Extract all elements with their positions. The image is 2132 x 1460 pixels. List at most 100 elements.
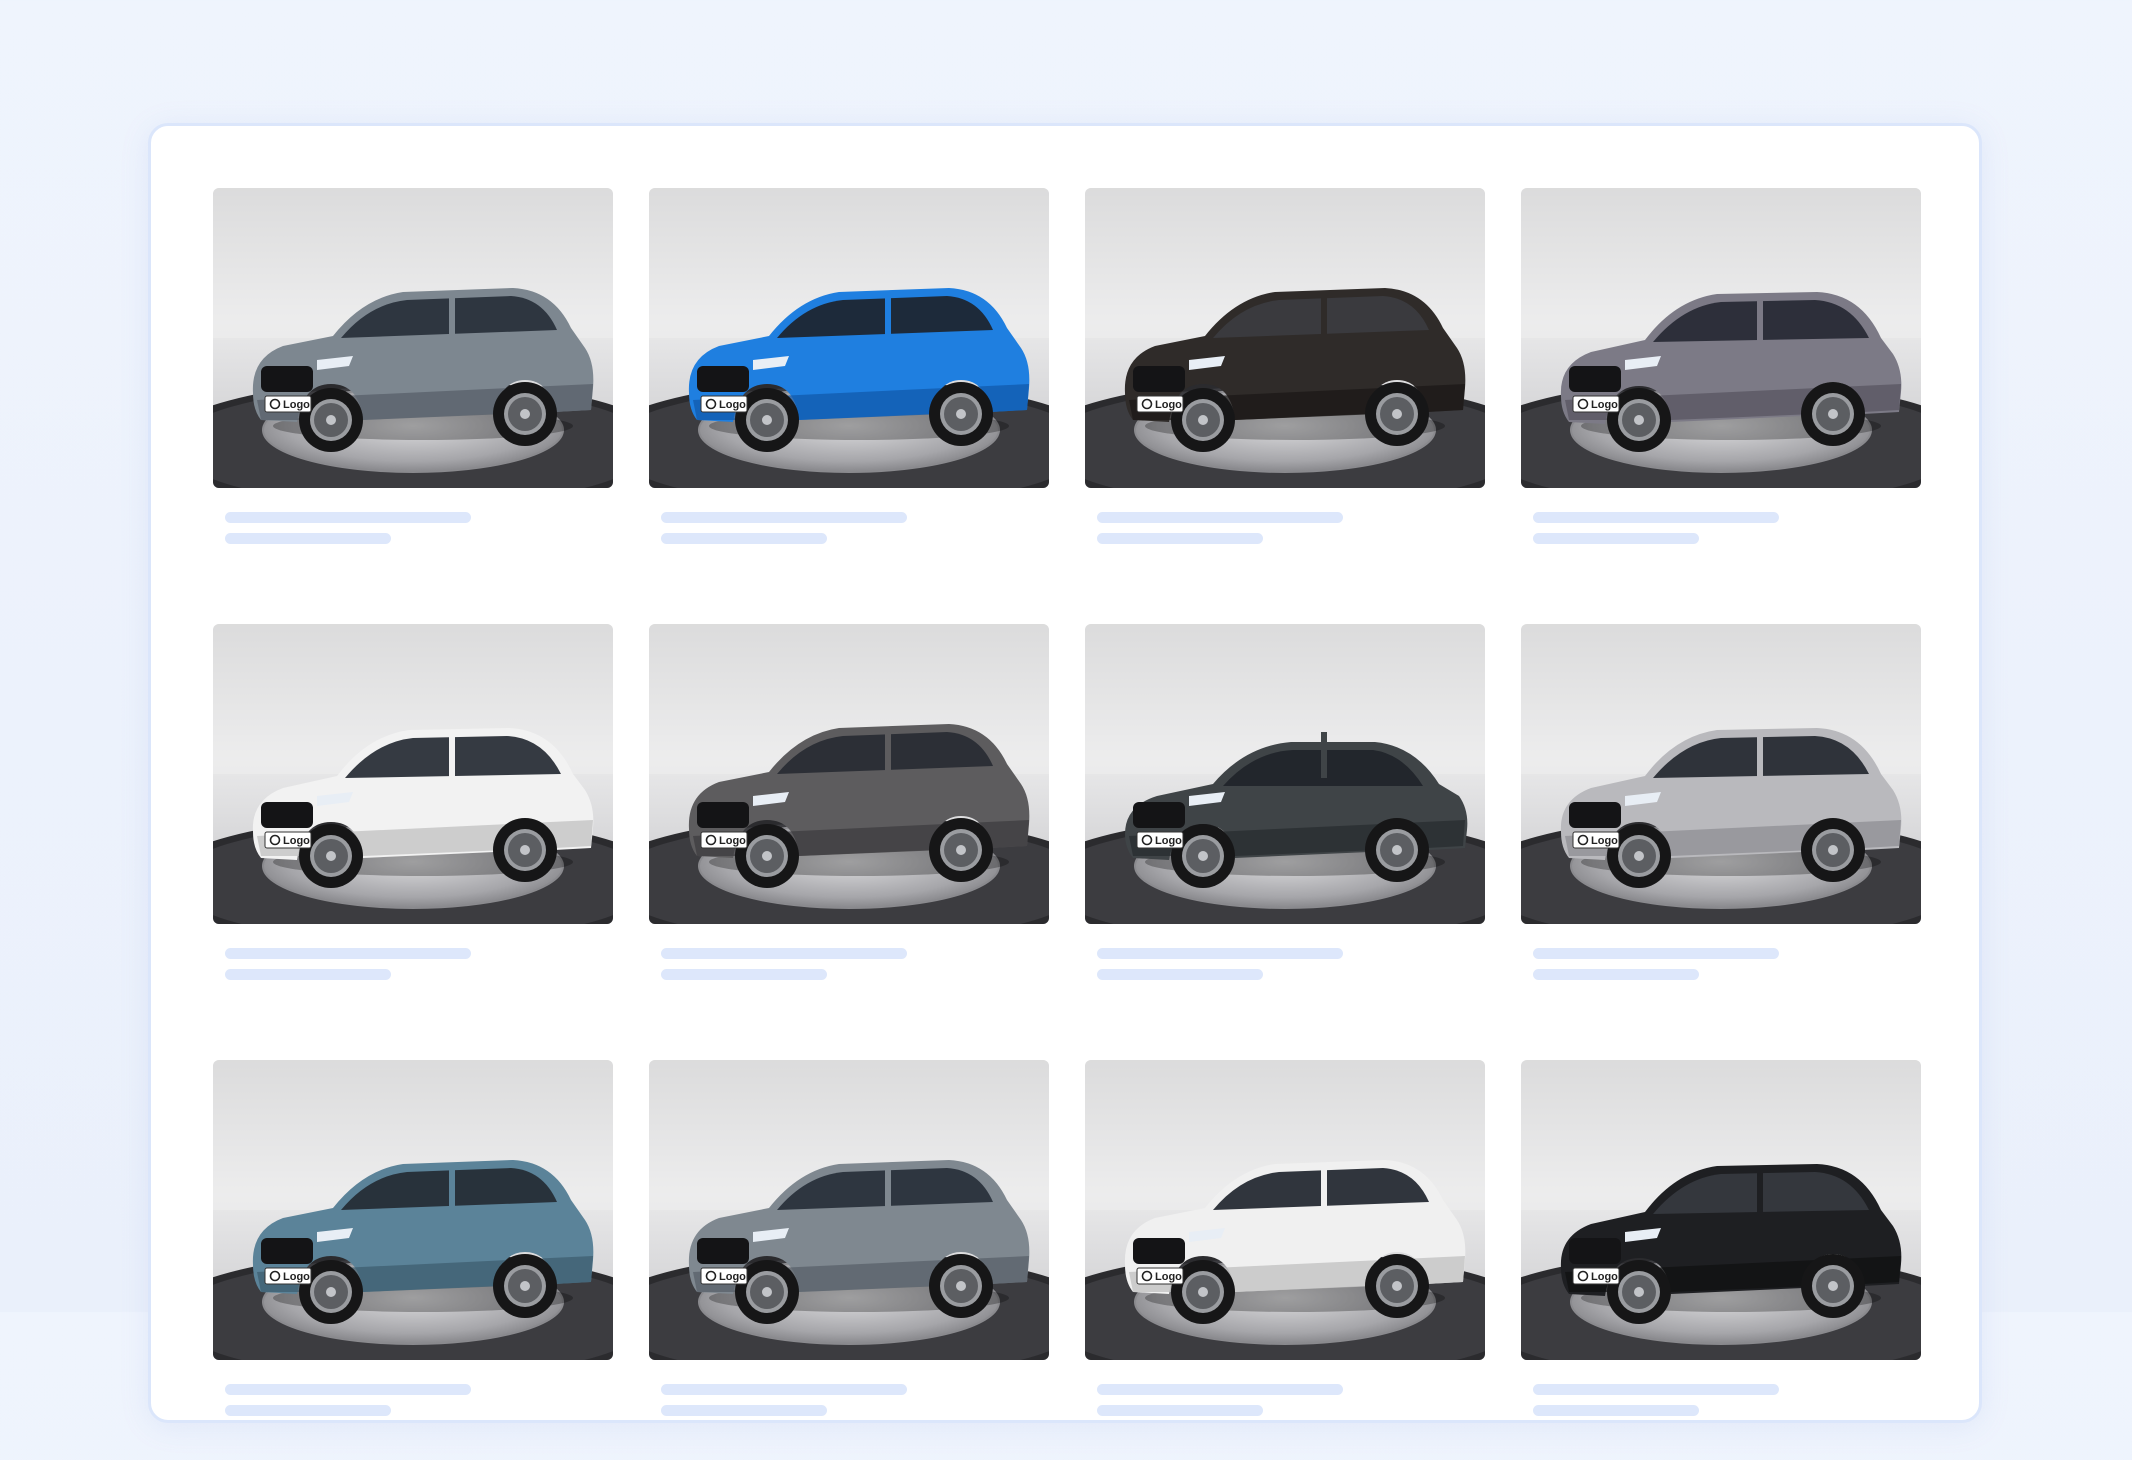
dealer-logo-plate: Logo (1136, 395, 1184, 413)
vehicle-card[interactable]: Logo (649, 1060, 1049, 1460)
grille (261, 802, 313, 828)
rear-wheel (929, 818, 993, 882)
car-photo-tourer: Logo (1521, 1060, 1921, 1360)
title-placeholder (661, 512, 907, 523)
subtitle-placeholder (225, 969, 391, 980)
grille (1133, 366, 1185, 392)
vehicle-photo[interactable]: Logo (1521, 1060, 1921, 1360)
vehicle-photo[interactable]: Logo (1085, 624, 1485, 924)
vehicle-card[interactable]: Logo (213, 188, 613, 588)
plate-logo-text: Logo (719, 835, 746, 847)
subtitle-placeholder (1533, 969, 1699, 980)
title-placeholder (1097, 1384, 1343, 1395)
subtitle-placeholder (661, 1405, 827, 1416)
dealer-logo-plate: Logo (264, 395, 312, 413)
vehicle-card[interactable]: Logo (649, 624, 1049, 1024)
subtitle-placeholder (225, 533, 391, 544)
plate-logo-text: Logo (1155, 835, 1182, 847)
plate-logo-text: Logo (1591, 1271, 1618, 1283)
rear-wheel (929, 382, 993, 446)
rear-wheel (1365, 1254, 1429, 1318)
grille (1569, 366, 1621, 392)
car-photo-compact-suv: Logo (649, 188, 1049, 488)
car-photo-crossover-blue: Logo (213, 1060, 613, 1360)
vehicle-photo[interactable]: Logo (649, 624, 1049, 924)
vehicle-card[interactable]: Logo (1521, 188, 1921, 588)
vehicle-photo[interactable]: Logo (1085, 1060, 1485, 1360)
vehicle-photo[interactable]: Logo (649, 188, 1049, 488)
vehicle-photo[interactable]: Logo (1521, 188, 1921, 488)
dealer-logo-plate: Logo (700, 831, 748, 849)
title-placeholder (1533, 948, 1779, 959)
vehicle-gallery-panel: Logo Logo Logo Logo Logo Logo Logo Logo … (148, 123, 1982, 1423)
dealer-logo-plate: Logo (1572, 1267, 1620, 1285)
rear-wheel (1365, 818, 1429, 882)
plate-logo-text: Logo (1591, 835, 1618, 847)
car-photo-coupe-suv: Logo (1085, 188, 1485, 488)
vehicle-card[interactable]: Logo (213, 624, 613, 1024)
vehicle-card[interactable]: Logo (1521, 624, 1921, 1024)
grille (1569, 802, 1621, 828)
dealer-logo-plate: Logo (264, 1267, 312, 1285)
title-placeholder (225, 512, 471, 523)
vehicle-card[interactable]: Logo (1085, 1060, 1485, 1460)
vehicle-photo[interactable]: Logo (1085, 188, 1485, 488)
plate-logo-text: Logo (283, 399, 310, 411)
subtitle-placeholder (225, 1405, 391, 1416)
plate-logo-text: Logo (283, 1271, 310, 1283)
grille (261, 366, 313, 392)
rear-wheel (493, 382, 557, 446)
grille (1133, 1238, 1185, 1264)
dealer-logo-plate: Logo (700, 1267, 748, 1285)
title-placeholder (661, 1384, 907, 1395)
dealer-logo-plate: Logo (1136, 831, 1184, 849)
dealer-logo-plate: Logo (1136, 1267, 1184, 1285)
rear-wheel (1801, 1254, 1865, 1318)
rear-wheel (493, 1254, 557, 1318)
car-photo-crossover: Logo (1521, 188, 1921, 488)
subtitle-placeholder (661, 969, 827, 980)
grille (697, 1238, 749, 1264)
plate-logo-text: Logo (1591, 399, 1618, 411)
dealer-logo-plate: Logo (264, 831, 312, 849)
grille (261, 1238, 313, 1264)
rear-wheel (493, 818, 557, 882)
title-placeholder (225, 1384, 471, 1395)
title-placeholder (1533, 1384, 1779, 1395)
vehicle-photo[interactable]: Logo (213, 624, 613, 924)
vehicle-photo[interactable]: Logo (1521, 624, 1921, 924)
vehicle-photo[interactable]: Logo (649, 1060, 1049, 1360)
grille (1569, 1238, 1621, 1264)
vehicle-photo[interactable]: Logo (213, 188, 613, 488)
subtitle-placeholder (1097, 969, 1263, 980)
plate-logo-text: Logo (283, 835, 310, 847)
dealer-logo-plate: Logo (1572, 831, 1620, 849)
car-photo-coupe-suv-white: Logo (1085, 1060, 1485, 1360)
grille (1133, 802, 1185, 828)
dealer-logo-plate: Logo (700, 395, 748, 413)
car-photo-sedan: Logo (1085, 624, 1485, 924)
title-placeholder (225, 948, 471, 959)
car-photo-suv-crossover: Logo (213, 188, 613, 488)
car-photo-sport-suv: Logo (649, 624, 1049, 924)
subtitle-placeholder (1097, 1405, 1263, 1416)
dealer-logo-plate: Logo (1572, 395, 1620, 413)
vehicle-card[interactable]: Logo (1085, 188, 1485, 588)
car-photo-hatchback: Logo (1521, 624, 1921, 924)
vehicle-card[interactable]: Logo (213, 1060, 613, 1460)
plate-logo-text: Logo (719, 1271, 746, 1283)
vehicle-card[interactable]: Logo (1085, 624, 1485, 1024)
rear-wheel (1801, 382, 1865, 446)
rear-wheel (929, 1254, 993, 1318)
vehicle-card[interactable]: Logo (649, 188, 1049, 588)
title-placeholder (1533, 512, 1779, 523)
vehicle-grid: Logo Logo Logo Logo Logo Logo Logo Logo … (213, 188, 1921, 1460)
subtitle-placeholder (1097, 533, 1263, 544)
subtitle-placeholder (1533, 1405, 1699, 1416)
title-placeholder (1097, 948, 1343, 959)
vehicle-card[interactable]: Logo (1521, 1060, 1921, 1460)
plate-logo-text: Logo (719, 399, 746, 411)
plate-logo-text: Logo (1155, 399, 1182, 411)
car-photo-mpv: Logo (213, 624, 613, 924)
vehicle-photo[interactable]: Logo (213, 1060, 613, 1360)
